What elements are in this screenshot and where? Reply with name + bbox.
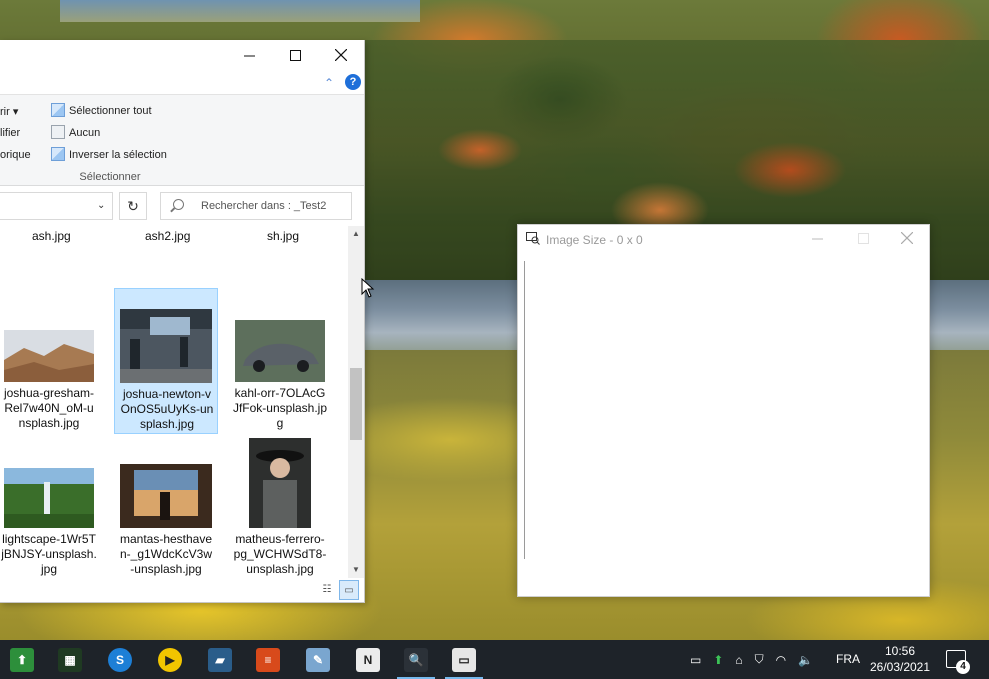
thumbnail-waterfall-image: [4, 468, 94, 528]
file-tile[interactable]: joshua-gresham- Rel7w40N_oM-u nsplash.jp…: [0, 288, 101, 434]
thumbnail-window-view-image: [120, 464, 212, 528]
clock-time: 10:56: [884, 644, 916, 658]
taskbar: ⬆ ▦ S ▶ ▰ ≡ ✎ N 🔍 ▭ ▭ ⬆ ⌂ ⛉ ◠ 🔈 FRA 10:5…: [0, 640, 989, 679]
document-app-icon[interactable]: ≡: [256, 648, 280, 672]
notification-count-badge: 4: [956, 660, 970, 674]
file-explorer-window: ⌃ ? rir ▾ lifier orique Sélectionner tou…: [0, 40, 365, 603]
clock[interactable]: 10:56 26/03/2021: [862, 643, 938, 675]
select-none-icon: [51, 125, 65, 139]
scroll-down-icon[interactable]: ▼: [348, 562, 364, 578]
search-icon: [173, 199, 184, 210]
invert-selection-button[interactable]: Inverser la sélection: [51, 147, 167, 161]
minimize-button[interactable]: [226, 40, 272, 70]
mouse-cursor-icon: [361, 278, 375, 298]
select-all-icon: [51, 103, 65, 117]
language-indicator[interactable]: FRA: [836, 652, 860, 666]
select-all-label: Sélectionner tout: [69, 105, 152, 117]
file-list: ash.jpg ash2.jpg sh.jpg joshua-gresham- …: [0, 226, 348, 578]
maximize-icon: [289, 49, 301, 61]
file-label: joshua-gresham- Rel7w40N_oM-u nsplash.jp…: [3, 386, 95, 430]
close-icon: [335, 49, 347, 61]
address-row: ⌄ ↻ Rechercher dans : _Test2: [0, 190, 364, 222]
file-label: mantas-hesthave n-_g1WdcKcV3w -unsplash.…: [119, 532, 213, 576]
close-button[interactable]: [318, 40, 364, 70]
image-size-close-button[interactable]: [892, 229, 922, 251]
ribbon-tab-bar: ⌃ ?: [0, 70, 364, 94]
image-size-minimize-button[interactable]: [802, 229, 832, 251]
thumbnail-subway-image: [120, 309, 212, 383]
file-label: kahl-orr-7OLAcG JfFok-unsplash.jp g: [232, 386, 328, 430]
thumbnail-car-image: [235, 320, 325, 382]
file-label: lightscape-1Wr5T jBNJSY-unsplash. jpg: [1, 532, 97, 576]
ribbon-item-partial-2[interactable]: lifier: [0, 127, 20, 139]
green-arrow-app-icon[interactable]: ⬆: [10, 648, 34, 672]
status-bar: ☷ ▭: [0, 578, 364, 602]
security-shield-icon[interactable]: ⛉: [755, 652, 764, 667]
ribbon-panel: rir ▾ lifier orique Sélectionner tout Au…: [0, 94, 364, 186]
clock-date: 26/03/2021: [869, 660, 931, 674]
image-size-app-icon: [526, 232, 540, 248]
ribbon-collapse-icon[interactable]: ⌃: [324, 76, 334, 90]
maximize-button[interactable]: [272, 40, 318, 70]
image-size-window-title: Image Size - 0 x 0: [546, 233, 643, 247]
file-label: matheus-ferrero- pg_WCHWSdT8- unsplash.j…: [233, 532, 327, 576]
address-bar[interactable]: ⌄: [0, 192, 113, 220]
file-tile-selected[interactable]: joshua-newton-v OnOS5uUyKs-un splash.jpg: [114, 288, 218, 434]
spreadsheet-app-icon[interactable]: ▦: [58, 648, 82, 672]
file-label: joshua-newton-v OnOS5uUyKs-un splash.jpg: [120, 387, 214, 431]
keyboard-tray-icon[interactable]: ▭: [690, 653, 701, 667]
ribbon-group-label: Sélectionner: [79, 171, 141, 183]
file-name-top-3[interactable]: sh.jpg: [267, 229, 299, 243]
refresh-button[interactable]: ↻: [119, 192, 147, 220]
search-placeholder: Rechercher dans : _Test2: [201, 200, 327, 212]
scrollbar-thumb[interactable]: [350, 368, 362, 440]
wifi-icon[interactable]: ◠: [776, 653, 786, 667]
system-tray: ▭ ⬆ ⌂ ⛉ ◠ 🔈: [690, 640, 813, 679]
chevron-down-icon[interactable]: ⌄: [97, 200, 105, 211]
select-none-button[interactable]: Aucun: [51, 125, 100, 139]
usb-tray-icon[interactable]: ⌂: [735, 653, 742, 667]
file-tile[interactable]: lightscape-1Wr5T jBNJSY-unsplash. jpg: [0, 434, 101, 578]
search-input[interactable]: Rechercher dans : _Test2: [160, 192, 352, 220]
notepad-app-icon[interactable]: ✎: [306, 648, 330, 672]
details-view-icon[interactable]: ☷: [317, 580, 337, 600]
file-tile[interactable]: kahl-orr-7OLAcG JfFok-unsplash.jp g: [228, 288, 332, 434]
invert-selection-icon: [51, 147, 65, 161]
media-player-app-icon[interactable]: ▶: [158, 648, 182, 672]
file-tile[interactable]: matheus-ferrero- pg_WCHWSdT8- unsplash.j…: [228, 434, 332, 578]
notes-app-icon[interactable]: ▰: [208, 648, 232, 672]
file-name-top-1[interactable]: ash.jpg: [32, 229, 71, 243]
volume-icon[interactable]: 🔈: [798, 653, 813, 667]
select-all-button[interactable]: Sélectionner tout: [51, 103, 152, 117]
upload-tray-icon[interactable]: ⬆: [713, 653, 723, 667]
display-app-icon[interactable]: ▭: [452, 648, 476, 672]
wallpaper-sky: [60, 0, 420, 22]
minimize-icon: [811, 238, 823, 240]
skype-like-app-icon[interactable]: S: [108, 648, 132, 672]
maximize-icon: [857, 233, 869, 244]
ribbon-item-partial-1[interactable]: rir ▾: [0, 105, 18, 118]
thumbnail-portrait-image: [249, 438, 311, 528]
file-tile[interactable]: mantas-hesthave n-_g1WdcKcV3w -unsplash.…: [114, 434, 218, 578]
select-none-label: Aucun: [69, 127, 101, 139]
image-canvas-edge: [524, 261, 525, 559]
large-icons-view-icon[interactable]: ▭: [339, 580, 359, 600]
thumbnail-desert-image: [4, 330, 94, 382]
close-icon: [900, 231, 914, 245]
help-icon[interactable]: ?: [345, 74, 361, 90]
ribbon-item-partial-3[interactable]: orique: [0, 149, 31, 161]
image-size-window: Image Size - 0 x 0: [517, 224, 930, 597]
notepad-plus-app-icon[interactable]: N: [356, 648, 380, 672]
image-size-taskbar-icon[interactable]: 🔍: [404, 648, 428, 672]
file-name-top-2[interactable]: ash2.jpg: [145, 229, 190, 243]
minimize-icon: [243, 55, 255, 56]
refresh-icon: ↻: [127, 198, 139, 214]
invert-selection-label: Inverser la sélection: [69, 149, 167, 161]
explorer-titlebar[interactable]: [0, 40, 364, 70]
image-size-maximize-button[interactable]: [848, 229, 878, 251]
scroll-up-icon[interactable]: ▲: [348, 226, 364, 242]
